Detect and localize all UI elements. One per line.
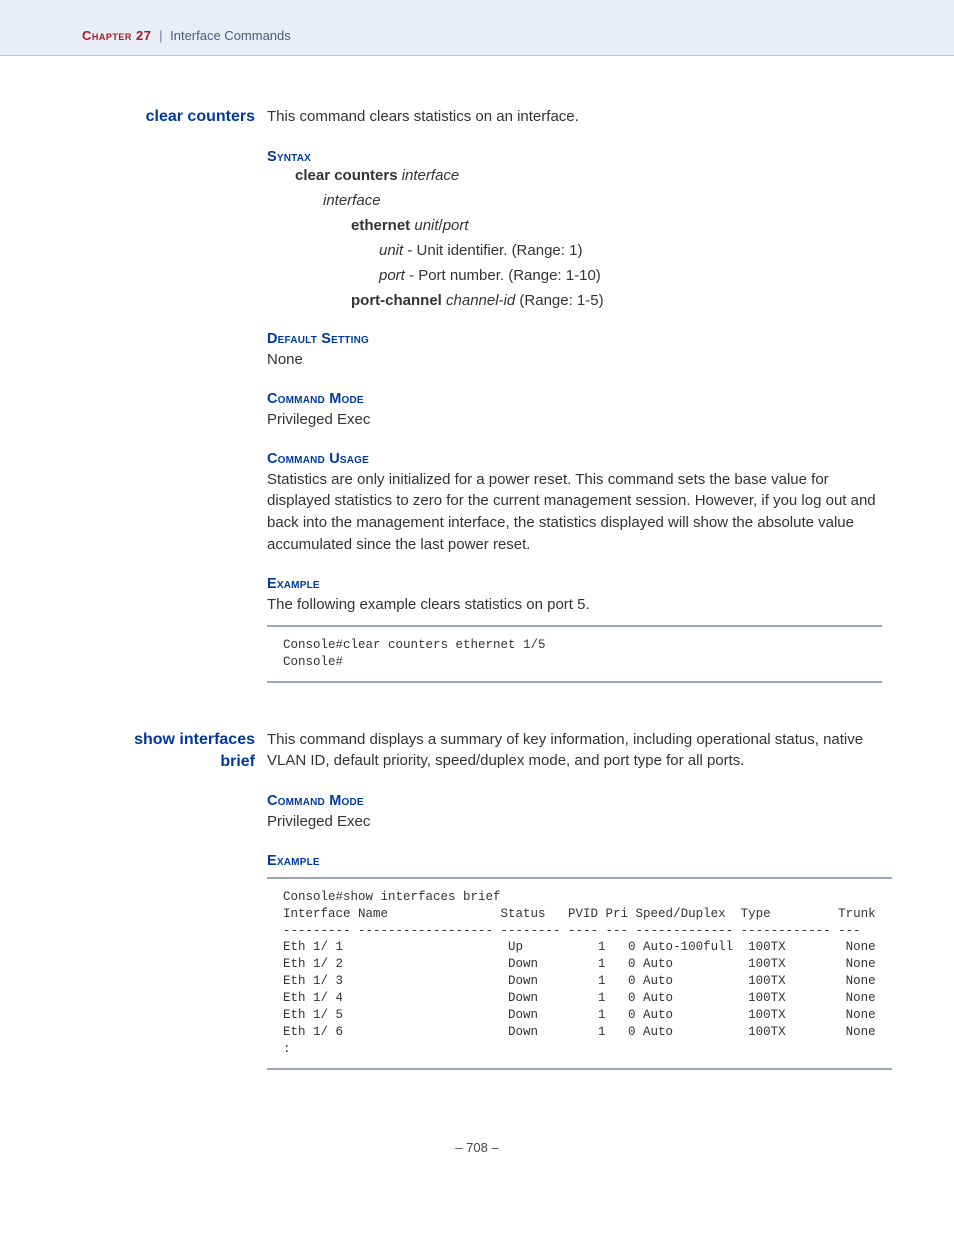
command-mode-body: Privileged Exec — [267, 409, 882, 431]
example-code-block: Console#clear counters ethernet 1/5 Cons… — [267, 625, 882, 683]
command-name-line2: brief — [82, 751, 255, 773]
example-code-block: Console#show interfaces brief Interface … — [267, 877, 892, 1070]
command-mode-heading: Command Mode — [267, 793, 892, 809]
content-area: clear counters This command clears stati… — [0, 56, 954, 1110]
command-mode-heading: Command Mode — [267, 391, 882, 407]
default-setting-body: None — [267, 349, 882, 371]
command-mode-body: Privileged Exec — [267, 811, 892, 833]
syntax-line: interface — [323, 192, 882, 209]
page-number: – 708 – — [0, 1116, 954, 1175]
command-name: clear counters — [146, 108, 255, 125]
syntax-line: port - Port number. (Range: 1-10) — [379, 267, 882, 284]
example-heading: Example — [267, 853, 892, 869]
syntax-heading: Syntax — [267, 149, 882, 165]
command-usage-body: Statistics are only initialized for a po… — [267, 469, 882, 556]
default-setting-heading: Default Setting — [267, 331, 882, 347]
command-description: This command clears statistics on an int… — [267, 106, 882, 127]
header-pipe: | — [159, 28, 162, 43]
syntax-line: unit - Unit identifier. (Range: 1) — [379, 242, 882, 259]
syntax-block: clear counters interface interface ether… — [267, 167, 882, 309]
page: Chapter 27 | Interface Commands clear co… — [0, 0, 954, 1235]
running-header: Chapter 27 | Interface Commands — [0, 0, 954, 56]
example-heading: Example — [267, 576, 882, 592]
syntax-line: port-channel channel-id (Range: 1-5) — [351, 292, 882, 309]
section-title: Interface Commands — [170, 28, 291, 43]
example-intro: The following example clears statistics … — [267, 594, 882, 616]
command-entry-show-interfaces-brief: show interfaces brief This command displ… — [82, 729, 882, 1110]
syntax-line: clear counters interface — [295, 167, 882, 184]
command-entry-clear-counters: clear counters This command clears stati… — [82, 106, 882, 723]
syntax-line: ethernet unit/port — [351, 217, 882, 234]
command-name-line1: show interfaces — [82, 729, 255, 751]
command-description: This command displays a summary of key i… — [267, 729, 892, 771]
chapter-label: Chapter 27 — [82, 28, 151, 43]
command-usage-heading: Command Usage — [267, 451, 882, 467]
